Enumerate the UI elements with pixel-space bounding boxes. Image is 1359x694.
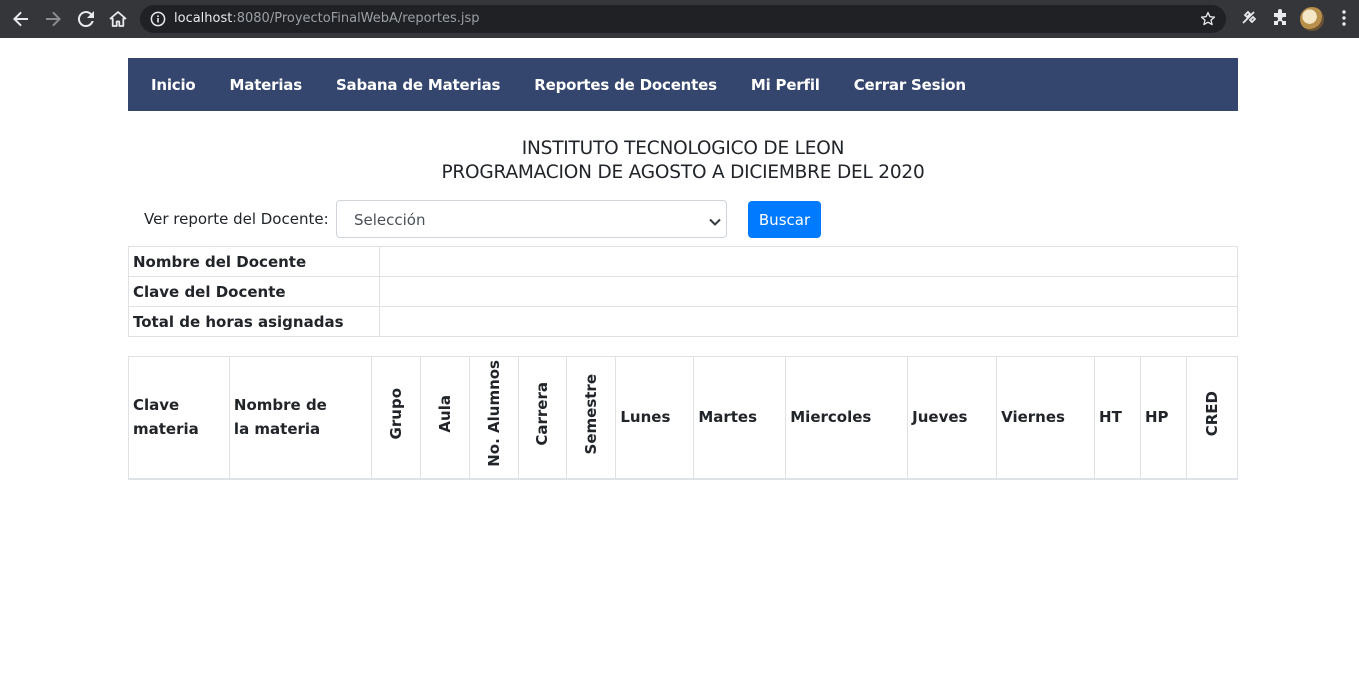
docente-clave-value	[379, 276, 1238, 307]
col-header-ht: HT	[1094, 356, 1141, 480]
reload-icon[interactable]	[74, 7, 98, 31]
nav-link-sabana-de-materias[interactable]: Sabana de Materias	[319, 76, 517, 94]
nav-link-inicio[interactable]: Inicio	[134, 76, 213, 94]
nav-link-mi-perfil[interactable]: Mi Perfil	[734, 76, 837, 94]
docente-select[interactable]: Selección	[336, 200, 727, 238]
table-row: Clave del Docente	[128, 276, 1238, 307]
col-header-lunes: Lunes	[615, 356, 695, 480]
puzzle-icon[interactable]	[1271, 9, 1289, 31]
col-header-martes: Martes	[693, 356, 787, 480]
extension-icon[interactable]	[1240, 9, 1258, 31]
col-header-viernes: Viernes	[996, 356, 1096, 480]
docente-select-value: Selección	[354, 211, 426, 229]
col-header-no-alumnos: No. Alumnos	[468, 356, 519, 480]
star-icon[interactable]	[1200, 11, 1216, 31]
col-header-aula: Aula	[419, 356, 470, 480]
col-header-carrera: Carrera	[517, 356, 568, 480]
schedule-header-row: Clave materia Nombre de la materia Grupo A…	[128, 356, 1239, 480]
col-header-grupo: Grupo	[370, 356, 421, 480]
col-header-hp: HP	[1140, 356, 1187, 480]
forward-icon[interactable]	[41, 7, 65, 31]
institution-title: INSTITUTO TECNOLOGICO DE LEON	[521, 138, 845, 159]
col-header-miercoles: Miercoles	[785, 356, 909, 480]
home-icon[interactable]	[106, 7, 130, 31]
search-button[interactable]: Buscar	[748, 201, 821, 238]
chevron-down-icon	[708, 213, 722, 232]
info-icon[interactable]	[150, 11, 166, 31]
col-header-semestre: Semestre	[566, 356, 617, 480]
docente-info-table: Nombre del Docente Clave del Docente Tot…	[128, 246, 1238, 337]
col-header-jueves: Jueves	[907, 356, 998, 480]
schedule-table: Clave materia Nombre de la materia Grupo A…	[128, 356, 1239, 480]
col-header-nombre-materia: Nombre de la materia	[228, 356, 372, 480]
table-row: Total de horas asignadas	[128, 306, 1238, 337]
docente-name-label: Nombre del Docente	[128, 246, 380, 277]
url-text: localhost:8080/ProyectoFinalWebA/reporte…	[174, 11, 480, 26]
address-bar[interactable]: localhost:8080/ProyectoFinalWebA/reporte…	[140, 5, 1226, 33]
table-row: Nombre del Docente	[128, 246, 1238, 277]
col-header-clave-materia: Clave materia	[128, 356, 230, 480]
total-hours-value	[379, 306, 1238, 337]
nav-link-reportes-de-docentes[interactable]: Reportes de Docentes	[517, 76, 734, 94]
avatar[interactable]	[1300, 7, 1324, 31]
program-subtitle: PROGRAMACION DE AGOSTO A DICIEMBRE DEL 2…	[441, 162, 925, 183]
page-title: INSTITUTO TECNOLOGICO DE LEON PROGRAMACI…	[128, 137, 1238, 185]
browser-toolbar: localhost:8080/ProyectoFinalWebA/reporte…	[0, 0, 1359, 38]
docente-filter-label: Ver reporte del Docente:	[144, 210, 329, 228]
nav-link-cerrar-sesion[interactable]: Cerrar Sesion	[837, 76, 983, 94]
docente-clave-label: Clave del Docente	[128, 276, 380, 307]
docente-name-value	[379, 246, 1238, 277]
menu-icon[interactable]	[1337, 9, 1351, 31]
main-navbar: Inicio Materias Sabana de Materias Repor…	[128, 58, 1238, 111]
col-header-cred: CRED	[1185, 356, 1239, 480]
back-icon[interactable]	[9, 7, 33, 31]
nav-link-materias[interactable]: Materias	[213, 76, 319, 94]
total-hours-label: Total de horas asignadas	[128, 306, 380, 337]
